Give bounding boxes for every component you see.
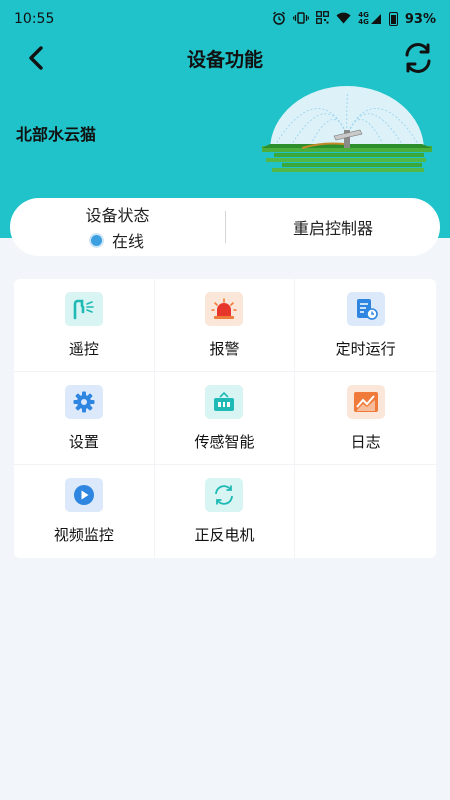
alarm-clock-icon [272, 11, 286, 28]
function-label: 正反电机 [194, 526, 255, 544]
back-button[interactable] [22, 42, 52, 74]
battery-icon [388, 12, 398, 26]
gear-icon [64, 385, 103, 419]
device-status-section: 设备状态 在线 [10, 198, 225, 256]
online-status-text: 在线 [111, 232, 144, 251]
sensor-device-icon [205, 385, 244, 419]
function-reversible-motor[interactable]: 正反电机 [155, 465, 296, 558]
device-status-label: 设备状态 [85, 206, 150, 225]
function-timed-run[interactable]: 定时运行 [295, 279, 436, 372]
wifi-icon [336, 12, 351, 27]
chevron-left-icon [29, 46, 43, 70]
vibrate-icon [293, 11, 310, 27]
motor-cycle-icon [205, 478, 244, 512]
timer-schedule-icon [346, 292, 385, 326]
function-label: 日志 [350, 433, 381, 451]
sprinkler-field-illustration [262, 86, 432, 172]
status-icons: 4G 4G 93% [272, 11, 436, 28]
device-name: 北部水云猫 [16, 125, 97, 144]
refresh-icon [405, 43, 431, 73]
signal-4g-icon: 4G 4G [358, 12, 382, 26]
device-status-card: 设备状态 在线 重启控制器 [10, 198, 440, 256]
function-sensor-smart[interactable]: 传感智能 [154, 372, 296, 465]
function-label: 定时运行 [335, 340, 396, 358]
function-video-monitor[interactable]: 视频监控 [14, 465, 155, 558]
function-grid: 遥控 报警 定时运行 设置 传感智能 日志 视频监控 正反电机 [14, 279, 436, 558]
online-indicator: 在线 [90, 228, 144, 252]
restart-controller-button[interactable]: 重启控制器 [226, 215, 440, 239]
function-label: 遥控 [68, 340, 99, 358]
function-label: 视频监控 [53, 526, 114, 544]
refresh-button[interactable] [400, 41, 436, 75]
status-bar: 10:55 4G 4G 93% [0, 0, 450, 38]
status-time: 10:55 [14, 11, 55, 27]
qr-code-icon [316, 11, 330, 27]
function-log[interactable]: 日志 [295, 372, 436, 465]
function-label: 报警 [209, 340, 240, 358]
function-label: 传感智能 [194, 433, 255, 451]
function-label: 设置 [68, 433, 99, 451]
function-remote-control[interactable]: 遥控 [14, 279, 155, 372]
function-settings[interactable]: 设置 [14, 372, 155, 465]
status-dot-icon [90, 234, 102, 246]
empty-cell [295, 465, 436, 558]
function-alarm[interactable]: 报警 [154, 279, 296, 372]
video-play-icon [64, 478, 103, 512]
remote-sprinkler-icon [64, 292, 103, 326]
log-chart-icon [346, 385, 385, 419]
alarm-siren-icon [205, 292, 244, 326]
battery-percent: 93% [404, 11, 436, 27]
top-nav: 设备功能 [0, 40, 450, 76]
page-title: 设备功能 [186, 48, 263, 71]
